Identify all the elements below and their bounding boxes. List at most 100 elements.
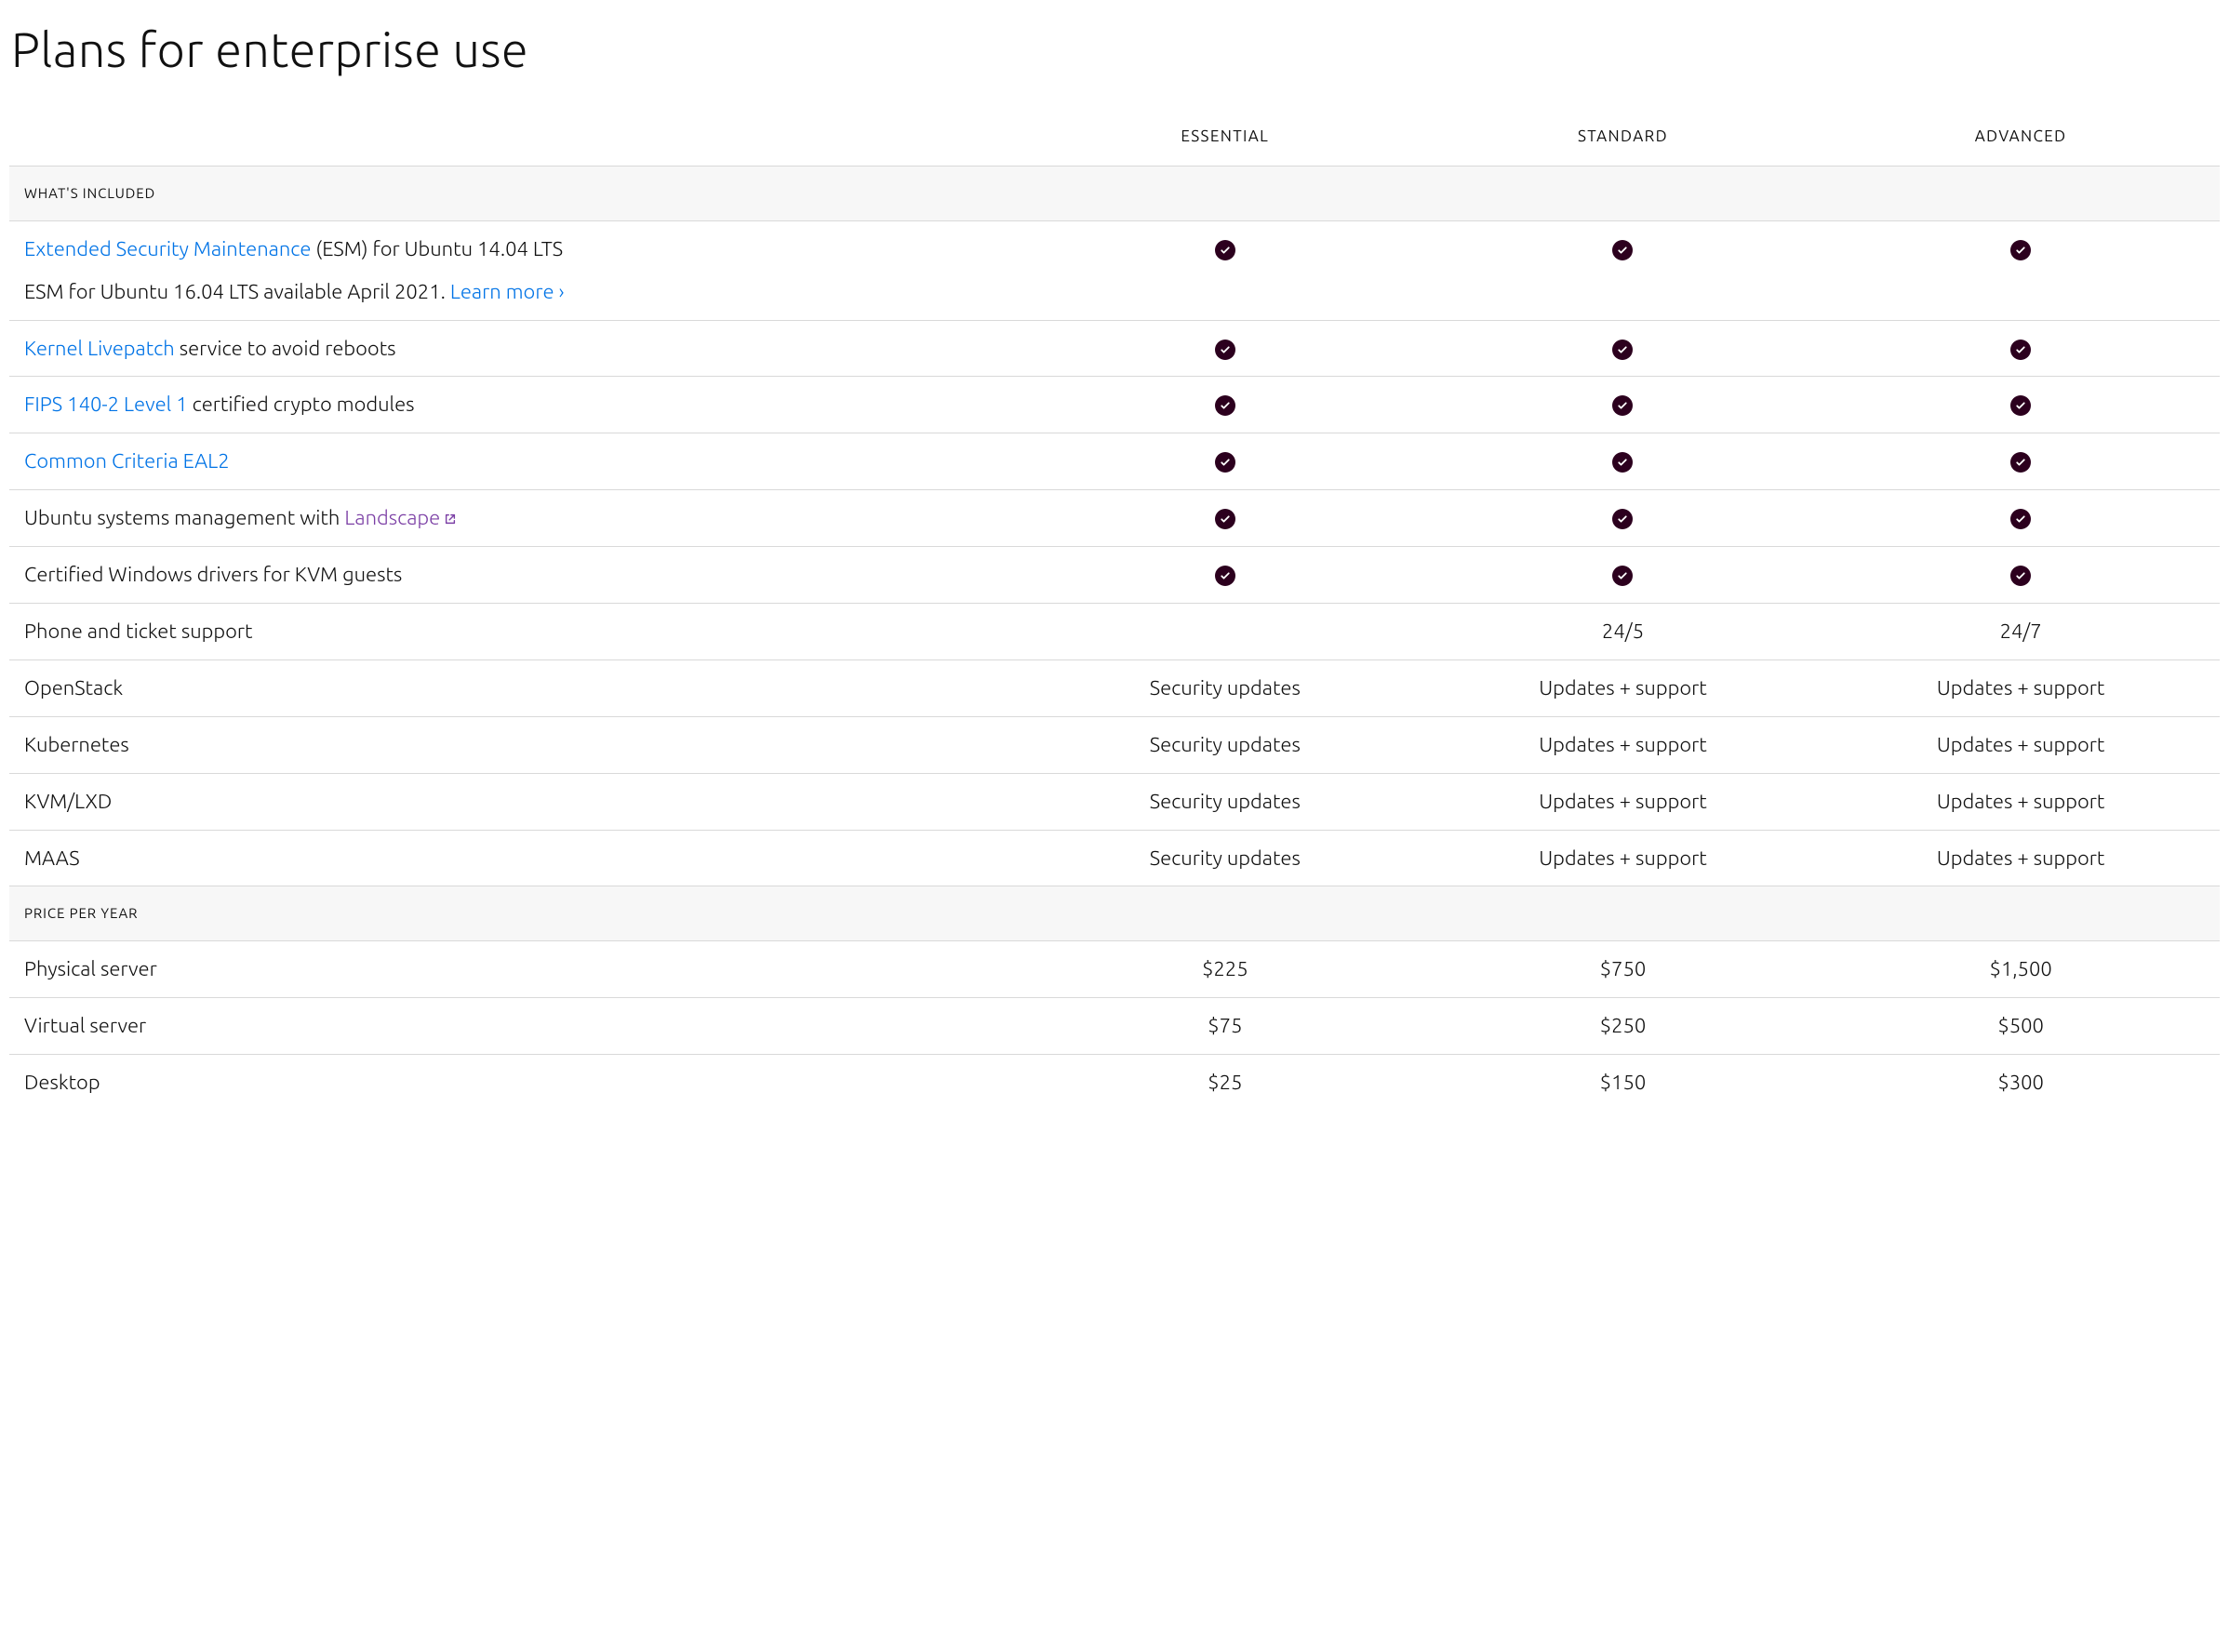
check-icon [1612, 240, 1633, 260]
cell-maas-advanced: Updates + support [1822, 830, 2220, 886]
livepatch-link[interactable]: Kernel Livepatch [24, 337, 175, 360]
row-livepatch: Kernel Livepatch service to avoid reboot… [9, 320, 2220, 377]
physical-text: Physical server [9, 941, 1026, 998]
cell-kubernetes-advanced: Updates + support [1822, 716, 2220, 773]
kvmlxd-text: KVM/LXD [9, 773, 1026, 830]
esm-text: (ESM) for Ubuntu 14.04 LTS [311, 237, 563, 260]
cell-esm-advanced [1822, 220, 2220, 276]
desktop-text: Desktop [9, 1055, 1026, 1111]
cell-openstack-essential: Security updates [1026, 659, 1424, 716]
check-icon [2010, 566, 2031, 586]
cell-desktop-essential: $25 [1026, 1055, 1424, 1111]
cell-kvmd-advanced [1822, 547, 2220, 604]
cell-kvmlxd-standard: Updates + support [1424, 773, 1822, 830]
section-whats-included: WHAT'S INCLUDED [9, 167, 2220, 221]
cell-phone-standard: 24/5 [1424, 604, 1822, 660]
kubernetes-text: Kubernetes [9, 716, 1026, 773]
check-icon [1215, 509, 1235, 529]
cell-phone-advanced: 24/7 [1822, 604, 2220, 660]
col-feature [9, 113, 1026, 166]
cell-cc-standard [1424, 433, 1822, 490]
cell-kubernetes-standard: Updates + support [1424, 716, 1822, 773]
cell-fips-standard [1424, 377, 1822, 433]
cell-esm-standard [1424, 220, 1822, 276]
check-icon [2010, 509, 2031, 529]
external-link-icon [444, 513, 457, 526]
cell-landscape-advanced [1822, 490, 2220, 547]
esm-link[interactable]: Extended Security Maintenance [24, 237, 311, 260]
cc-link[interactable]: Common Criteria EAL2 [24, 449, 230, 473]
esm-sub-text: ESM for Ubuntu 16.04 LTS available April… [24, 280, 450, 303]
plans-table: ESSENTIAL STANDARD ADVANCED WHAT'S INCLU… [9, 113, 2220, 1111]
col-essential: ESSENTIAL [1026, 113, 1424, 166]
row-landscape: Ubuntu systems management with Landscape [9, 490, 2220, 547]
check-icon [1612, 566, 1633, 586]
row-common-criteria: Common Criteria EAL2 [9, 433, 2220, 490]
kvm-drivers-text: Certified Windows drivers for KVM guests [9, 547, 1026, 604]
cell-kvmd-standard [1424, 547, 1822, 604]
landscape-text-pre: Ubuntu systems management with [24, 506, 344, 529]
check-icon [2010, 452, 2031, 473]
cell-maas-standard: Updates + support [1424, 830, 1822, 886]
esm-learn-more-link[interactable]: Learn more › [450, 280, 565, 303]
row-physical-server: Physical server $225 $750 $1,500 [9, 941, 2220, 998]
check-icon [1215, 452, 1235, 473]
check-icon [1215, 340, 1235, 360]
virtual-text: Virtual server [9, 998, 1026, 1055]
check-icon [1612, 452, 1633, 473]
cell-desktop-standard: $150 [1424, 1055, 1822, 1111]
col-standard: STANDARD [1424, 113, 1822, 166]
row-maas: MAAS Security updates Updates + support … [9, 830, 2220, 886]
fips-text: certified crypto modules [188, 393, 415, 416]
col-advanced: ADVANCED [1822, 113, 2220, 166]
cell-physical-essential: $225 [1026, 941, 1424, 998]
cell-physical-standard: $750 [1424, 941, 1822, 998]
cell-landscape-essential [1026, 490, 1424, 547]
check-icon [1215, 240, 1235, 260]
cell-virtual-standard: $250 [1424, 998, 1822, 1055]
cell-cc-essential [1026, 433, 1424, 490]
row-virtual-server: Virtual server $75 $250 $500 [9, 998, 2220, 1055]
row-fips: FIPS 140-2 Level 1 certified crypto modu… [9, 377, 2220, 433]
cell-fips-essential [1026, 377, 1424, 433]
row-esm: Extended Security Maintenance (ESM) for … [9, 220, 2220, 276]
check-icon [2010, 340, 2031, 360]
phone-text: Phone and ticket support [9, 604, 1026, 660]
cell-virtual-essential: $75 [1026, 998, 1424, 1055]
check-icon [1612, 509, 1633, 529]
row-phone-support: Phone and ticket support 24/5 24/7 [9, 604, 2220, 660]
section-label: PRICE PER YEAR [9, 886, 2220, 941]
livepatch-text: service to avoid reboots [175, 337, 396, 360]
check-icon [1612, 395, 1633, 416]
cell-kvmlxd-essential: Security updates [1026, 773, 1424, 830]
landscape-link[interactable]: Landscape [344, 506, 457, 529]
cell-kvmd-essential [1026, 547, 1424, 604]
page-title: Plans for enterprise use [11, 15, 2220, 85]
row-desktop: Desktop $25 $150 $300 [9, 1055, 2220, 1111]
section-price: PRICE PER YEAR [9, 886, 2220, 941]
cell-phone-essential [1026, 604, 1424, 660]
fips-link[interactable]: FIPS 140-2 Level 1 [24, 393, 188, 416]
check-icon [1215, 395, 1235, 416]
check-icon [1215, 566, 1235, 586]
cell-openstack-standard: Updates + support [1424, 659, 1822, 716]
row-kvmlxd: KVM/LXD Security updates Updates + suppo… [9, 773, 2220, 830]
table-header-row: ESSENTIAL STANDARD ADVANCED [9, 113, 2220, 166]
check-icon [2010, 395, 2031, 416]
check-icon [1612, 340, 1633, 360]
openstack-text: OpenStack [9, 659, 1026, 716]
cell-fips-advanced [1822, 377, 2220, 433]
row-kubernetes: Kubernetes Security updates Updates + su… [9, 716, 2220, 773]
cell-kvmlxd-advanced: Updates + support [1822, 773, 2220, 830]
section-label: WHAT'S INCLUDED [9, 167, 2220, 221]
cell-esm-essential [1026, 220, 1424, 276]
row-openstack: OpenStack Security updates Updates + sup… [9, 659, 2220, 716]
cell-livepatch-standard [1424, 320, 1822, 377]
cell-openstack-advanced: Updates + support [1822, 659, 2220, 716]
cell-maas-essential: Security updates [1026, 830, 1424, 886]
cell-livepatch-essential [1026, 320, 1424, 377]
cell-physical-advanced: $1,500 [1822, 941, 2220, 998]
maas-text: MAAS [9, 830, 1026, 886]
cell-kubernetes-essential: Security updates [1026, 716, 1424, 773]
row-esm-sub: ESM for Ubuntu 16.04 LTS available April… [9, 277, 2220, 320]
